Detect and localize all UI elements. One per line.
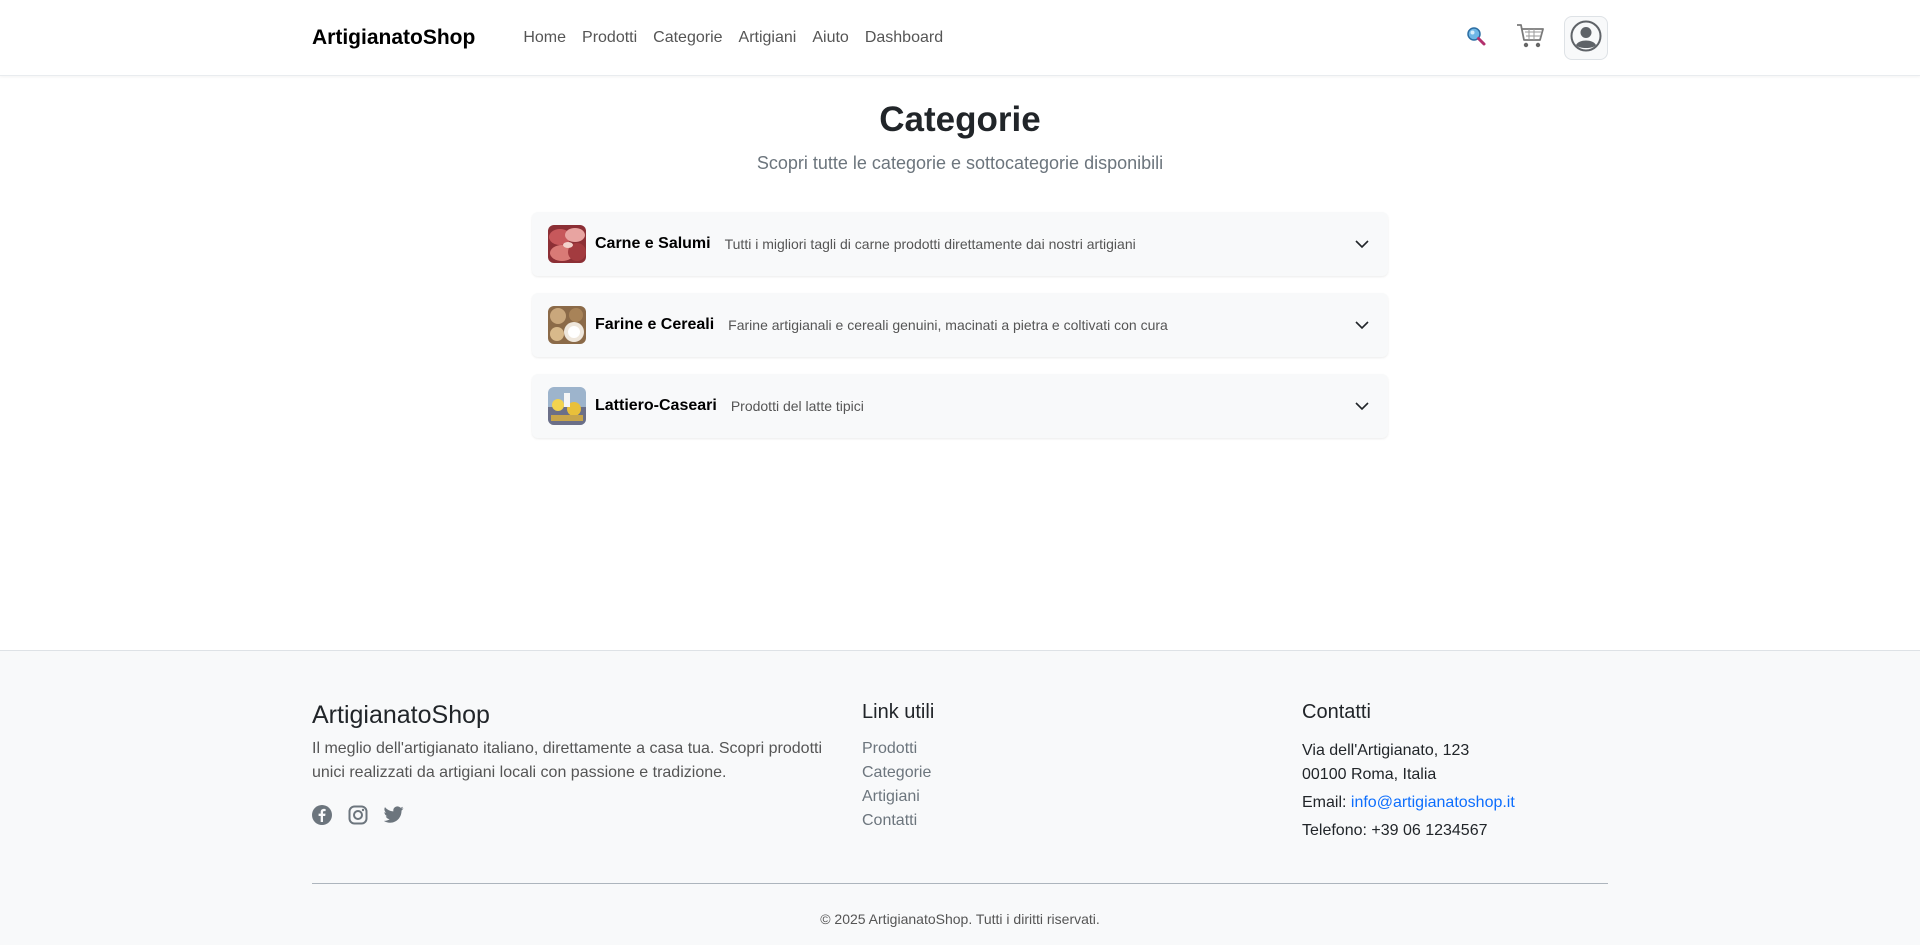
category-item-lattiero-caseari[interactable]: Lattiero-Caseari Prodotti del latte tipi… — [532, 374, 1388, 438]
footer-container: ArtigianatoShop Il meglio dell'artigiana… — [312, 651, 1608, 945]
address-line-1: Via dell'Artigianato, 123 — [1302, 742, 1470, 759]
category-name: Lattiero-Caseari — [595, 397, 717, 414]
category-accordion: Carne e Salumi Tutti i migliori tagli di… — [532, 212, 1388, 455]
footer-social-links — [312, 805, 404, 825]
email-label: Email: — [1302, 794, 1347, 811]
chevron-down-icon — [1352, 396, 1372, 416]
brand-logo[interactable]: ArtigianatoShop — [312, 26, 475, 50]
address-line-2: 00100 Roma, Italia — [1302, 766, 1437, 783]
footer-link-categorie[interactable]: Categorie — [862, 763, 931, 783]
category-thumbnail-farine — [548, 306, 586, 344]
user-avatar-icon — [1570, 20, 1602, 57]
user-menu-button[interactable] — [1564, 16, 1608, 60]
category-description: Tutti i migliori tagli di carne prodotti… — [724, 236, 1136, 252]
category-thumbnail-lattiero — [548, 387, 586, 425]
main-nav: Home Prodotti Categorie Artigiani Aiuto … — [523, 29, 943, 47]
search-button[interactable] — [1456, 18, 1496, 58]
category-item-farine-cereali[interactable]: Farine e Cereali Farine artigianali e ce… — [532, 293, 1388, 357]
search-icon — [1465, 25, 1487, 52]
footer-link-contatti[interactable]: Contatti — [862, 811, 931, 831]
category-description: Prodotti del latte tipici — [730, 398, 864, 414]
instagram-icon[interactable] — [348, 805, 368, 825]
footer-links: Prodotti Categorie Artigiani Contatti — [862, 739, 931, 831]
footer-links-title: Link utili — [862, 701, 935, 723]
nav-link-dashboard[interactable]: Dashboard — [865, 29, 943, 47]
nav-link-categorie[interactable]: Categorie — [653, 29, 722, 47]
nav-link-artigiani[interactable]: Artigiani — [739, 29, 797, 47]
cart-icon — [1515, 22, 1545, 55]
nav-link-prodotti[interactable]: Prodotti — [582, 29, 637, 47]
footer-link-artigiani[interactable]: Artigiani — [862, 787, 931, 807]
chevron-down-icon — [1352, 234, 1372, 254]
footer-brand: ArtigianatoShop — [312, 701, 490, 729]
phone-number: Telefono: +39 06 1234567 — [1302, 822, 1488, 839]
footer-contacts-title: Contatti — [1302, 701, 1371, 723]
page-subtitle: Scopri tutte le categorie e sottocategor… — [756, 153, 1164, 173]
twitter-icon[interactable] — [384, 805, 404, 825]
category-name: Carne e Salumi — [595, 235, 711, 252]
navbar-container: ArtigianatoShop Home Prodotti Categorie … — [312, 0, 1608, 76]
nav-actions — [1456, 16, 1608, 60]
email-row: Email: info@artigianatoshop.it — [1302, 791, 1515, 815]
footer-contacts: Via dell'Artigianato, 123 00100 Roma, It… — [1302, 739, 1515, 843]
footer-link-prodotti[interactable]: Prodotti — [862, 739, 931, 759]
facebook-icon[interactable] — [312, 805, 332, 825]
category-thumbnail-carne — [548, 225, 586, 263]
category-item-carne-salumi[interactable]: Carne e Salumi Tutti i migliori tagli di… — [532, 212, 1388, 276]
footer-divider — [312, 883, 1608, 884]
nav-link-home[interactable]: Home — [523, 29, 566, 47]
cart-button[interactable] — [1510, 18, 1550, 58]
top-navbar: ArtigianatoShop Home Prodotti Categorie … — [0, 0, 1920, 76]
chevron-down-icon — [1352, 315, 1372, 335]
email-link[interactable]: info@artigianatoshop.it — [1351, 794, 1515, 811]
category-description: Farine artigianali e cereali genuini, ma… — [728, 317, 1168, 333]
page-title: Categorie — [879, 100, 1041, 139]
category-name: Farine e Cereali — [595, 316, 715, 333]
site-footer: ArtigianatoShop Il meglio dell'artigiana… — [0, 650, 1920, 945]
copyright-text: © 2025 ArtigianatoShop. Tutti i diritti … — [820, 911, 1100, 927]
nav-link-aiuto[interactable]: Aiuto — [812, 29, 848, 47]
footer-description: Il meglio dell'artigianato italiano, dir… — [312, 740, 823, 781]
